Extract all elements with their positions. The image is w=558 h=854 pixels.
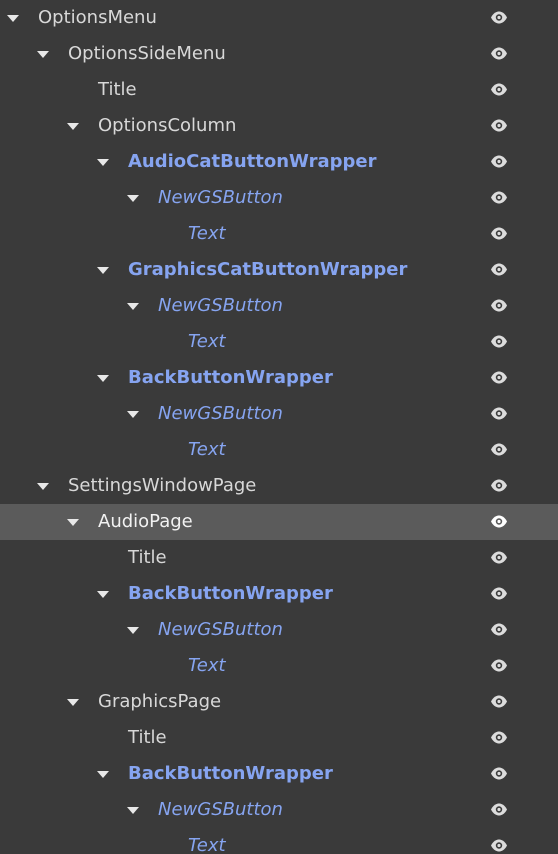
tree-node-row[interactable]: Text [0,216,558,252]
tree-node-label: Title [128,727,167,748]
tree-node-row[interactable]: OptionsColumn [0,108,558,144]
eye-icon[interactable] [490,226,508,241]
expand-arrow-icon[interactable] [67,699,79,706]
tree-node-row[interactable]: Text [0,324,558,360]
expand-arrow-icon[interactable] [127,627,139,634]
tree-node-row[interactable]: Text [0,648,558,684]
tree-node-label: Text [188,439,226,460]
tree-node-label: NewGSButton [158,187,283,208]
tree-node-label: AudioCatButtonWrapper [128,151,377,172]
tree-node-row[interactable]: AudioCatButtonWrapper [0,144,558,180]
eye-icon[interactable] [490,766,508,781]
tree-node-label: NewGSButton [158,403,283,424]
tree-node-label: Text [188,331,226,352]
expand-arrow-icon[interactable] [127,195,139,202]
eye-icon[interactable] [490,442,508,457]
tree-node-row[interactable]: Title [0,720,558,756]
eye-icon[interactable] [490,658,508,673]
tree-node-label: BackButtonWrapper [128,583,333,604]
eye-icon[interactable] [490,10,508,25]
tree-node-row[interactable]: OptionsMenu [0,0,558,36]
expand-arrow-icon[interactable] [127,303,139,310]
eye-icon[interactable] [490,514,508,529]
tree-node-label: Text [188,223,226,244]
tree-node-label: OptionsMenu [38,7,157,28]
eye-icon[interactable] [490,406,508,421]
tree-node-row[interactable]: Title [0,72,558,108]
tree-node-label: GraphicsPage [98,691,222,712]
tree-node-row[interactable]: BackButtonWrapper [0,576,558,612]
expand-arrow-icon[interactable] [127,411,139,418]
tree-node-label: Text [188,655,226,676]
tree-node-label: AudioPage [98,511,193,532]
tree-node-row[interactable]: NewGSButton [0,288,558,324]
eye-icon[interactable] [490,802,508,817]
eye-icon[interactable] [490,118,508,133]
expand-arrow-icon[interactable] [97,159,109,166]
expand-arrow-icon[interactable] [37,483,49,490]
tree-node-label: OptionsColumn [98,115,237,136]
expand-arrow-icon[interactable] [67,519,79,526]
expand-arrow-icon[interactable] [97,771,109,778]
tree-node-label: Title [128,547,167,568]
tree-node-label: BackButtonWrapper [128,763,333,784]
eye-icon[interactable] [490,334,508,349]
eye-icon[interactable] [490,262,508,277]
tree-node-label: BackButtonWrapper [128,367,333,388]
tree-node-row[interactable]: NewGSButton [0,180,558,216]
tree-node-row[interactable]: Title [0,540,558,576]
expand-arrow-icon[interactable] [7,15,19,22]
expand-arrow-icon[interactable] [97,591,109,598]
tree-node-label: NewGSButton [158,799,283,820]
tree-node-label: Title [98,79,137,100]
eye-icon[interactable] [490,298,508,313]
scene-tree-panel: OptionsMenu OptionsSideMenu Title OptionsCo… [0,0,558,854]
eye-icon[interactable] [490,838,508,853]
eye-icon[interactable] [490,478,508,493]
tree-node-row[interactable]: OptionsSideMenu [0,36,558,72]
tree-node-row[interactable]: GraphicsCatButtonWrapper [0,252,558,288]
tree-node-row[interactable]: NewGSButton [0,792,558,828]
eye-icon[interactable] [490,586,508,601]
tree-node-row[interactable]: GraphicsPage [0,684,558,720]
eye-icon[interactable] [490,694,508,709]
eye-icon[interactable] [490,46,508,61]
expand-arrow-icon[interactable] [97,375,109,382]
tree-node-label: NewGSButton [158,619,283,640]
expand-arrow-icon[interactable] [97,267,109,274]
eye-icon[interactable] [490,370,508,385]
expand-arrow-icon[interactable] [127,807,139,814]
expand-arrow-icon[interactable] [37,51,49,58]
eye-icon[interactable] [490,154,508,169]
tree-node-row[interactable]: SettingsWindowPage [0,468,558,504]
eye-icon[interactable] [490,190,508,205]
tree-node-row[interactable]: BackButtonWrapper [0,756,558,792]
tree-node-label: Text [188,835,226,854]
tree-node-row[interactable]: AudioPage [0,504,558,540]
tree-node-row[interactable]: NewGSButton [0,612,558,648]
eye-icon[interactable] [490,550,508,565]
tree-node-row[interactable]: Text [0,828,558,854]
eye-icon[interactable] [490,622,508,637]
tree-node-label: SettingsWindowPage [68,475,257,496]
expand-arrow-icon[interactable] [67,123,79,130]
tree-node-row[interactable]: Text [0,432,558,468]
tree-node-row[interactable]: BackButtonWrapper [0,360,558,396]
eye-icon[interactable] [490,82,508,97]
tree-node-label: OptionsSideMenu [68,43,226,64]
eye-icon[interactable] [490,730,508,745]
tree-node-row[interactable]: NewGSButton [0,396,558,432]
tree-node-label: NewGSButton [158,295,283,316]
tree-node-label: GraphicsCatButtonWrapper [128,259,408,280]
